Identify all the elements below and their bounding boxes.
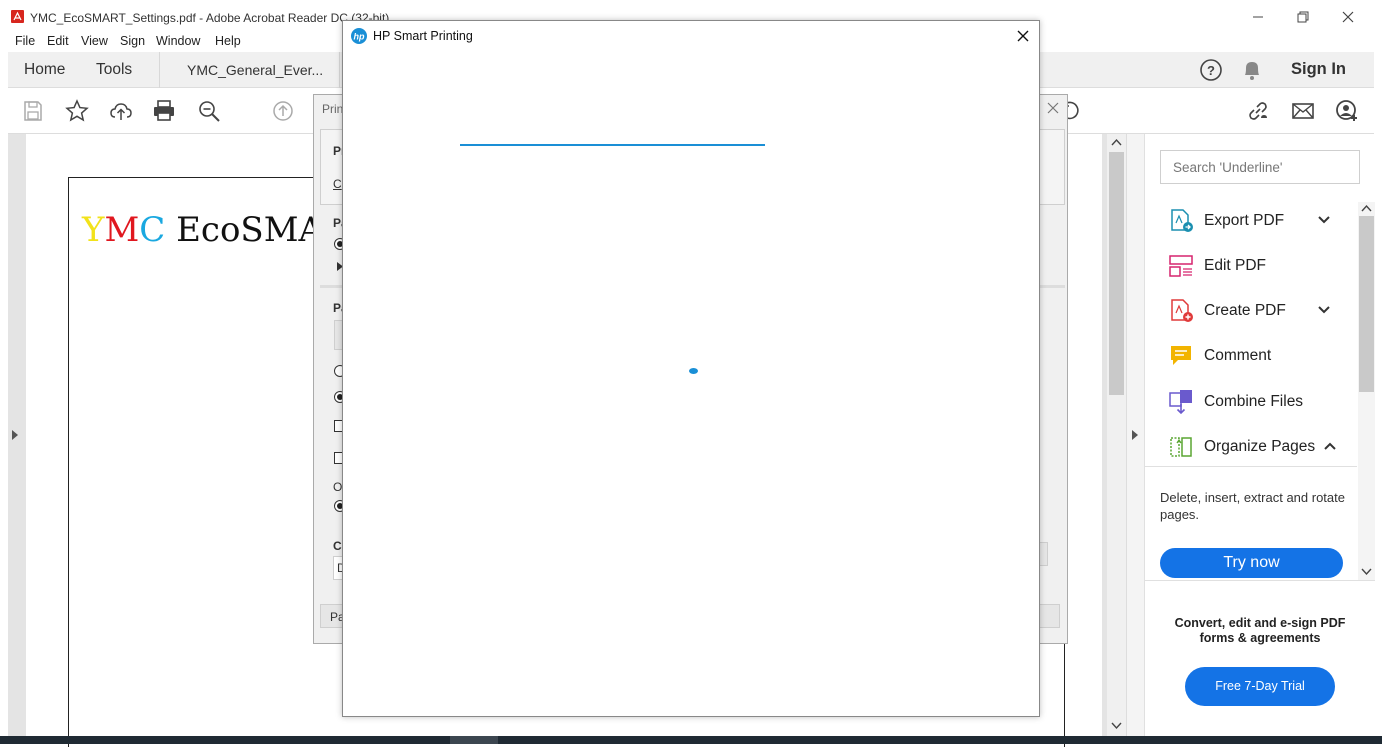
menu-file[interactable]: File bbox=[15, 34, 35, 48]
window-title: YMC_EcoSMART_Settings.pdf - Adobe Acroba… bbox=[30, 11, 390, 25]
tool-export-pdf[interactable]: Export PDF bbox=[1168, 206, 1348, 236]
close-icon[interactable] bbox=[1015, 28, 1031, 44]
tab-home[interactable]: Home bbox=[24, 61, 65, 79]
star-icon[interactable] bbox=[65, 99, 89, 123]
orientation-label: O bbox=[333, 480, 343, 494]
minimize-icon bbox=[1253, 16, 1263, 18]
divider bbox=[1145, 466, 1357, 467]
promo-text: Convert, edit and e-sign PDF forms & agr… bbox=[1174, 616, 1346, 645]
svg-text:?: ? bbox=[1207, 63, 1215, 78]
scroll-down-icon[interactable] bbox=[1111, 722, 1122, 730]
zoom-out-icon[interactable] bbox=[197, 99, 221, 123]
document-heading: YMC EcoSMAR bbox=[82, 210, 349, 250]
tools-pane: Search 'Underline' Export PDF Edit PDF C… bbox=[1126, 134, 1375, 736]
link-icon[interactable] bbox=[1246, 99, 1270, 123]
taskbar-item[interactable] bbox=[450, 736, 498, 744]
copies-label: C bbox=[333, 177, 342, 191]
chevron-up-icon[interactable] bbox=[1322, 438, 1338, 454]
scroll-up-icon[interactable] bbox=[1361, 204, 1372, 212]
mail-icon[interactable] bbox=[1291, 99, 1315, 123]
page-up-icon[interactable] bbox=[271, 99, 295, 123]
hp-window-title: HP Smart Printing bbox=[373, 29, 473, 43]
free-trial-button[interactable]: Free 7-Day Trial bbox=[1185, 667, 1335, 706]
tool-label: Comment bbox=[1204, 347, 1272, 364]
restore-button[interactable] bbox=[1289, 6, 1317, 28]
minimize-button[interactable] bbox=[1244, 6, 1272, 28]
taskbar bbox=[0, 736, 1382, 744]
hp-logo-icon: hp bbox=[351, 28, 367, 44]
document-scroll-thumb[interactable] bbox=[1109, 152, 1124, 395]
tool-organize-pages[interactable]: Organize Pages bbox=[1168, 432, 1348, 462]
tool-label: Organize Pages bbox=[1204, 438, 1316, 455]
close-icon[interactable] bbox=[1045, 100, 1061, 116]
close-window-button[interactable] bbox=[1334, 6, 1362, 28]
edit-pdf-icon bbox=[1169, 255, 1193, 277]
tool-label: Export PDF bbox=[1204, 212, 1285, 229]
print-dialog-title: Prin bbox=[322, 102, 344, 116]
heading-y: Y bbox=[82, 210, 105, 250]
menu-edit[interactable]: Edit bbox=[47, 34, 69, 48]
menu-view[interactable]: View bbox=[81, 34, 108, 48]
loading-progress-bar bbox=[460, 144, 765, 146]
tools-pane-collapse-handle[interactable] bbox=[1127, 134, 1145, 736]
svg-text:hp: hp bbox=[354, 32, 365, 42]
tools-scroll-thumb[interactable] bbox=[1359, 216, 1374, 392]
save-icon[interactable] bbox=[21, 99, 45, 123]
acrobat-icon bbox=[11, 10, 24, 23]
bell-icon[interactable] bbox=[1241, 58, 1263, 82]
heading-m: M bbox=[104, 210, 140, 250]
combine-files-icon bbox=[1169, 390, 1192, 415]
heading-c: C bbox=[139, 210, 166, 250]
tool-comment[interactable]: Comment bbox=[1168, 341, 1348, 371]
hp-smart-printing-window: hp HP Smart Printing bbox=[342, 20, 1040, 717]
collapse-arrow-icon bbox=[1132, 430, 1138, 440]
tab-document[interactable]: YMC_General_Ever... bbox=[159, 52, 340, 88]
chevron-down-icon[interactable] bbox=[1316, 212, 1332, 228]
loading-spinner-icon bbox=[689, 368, 698, 374]
chevron-down-icon[interactable] bbox=[1316, 302, 1332, 318]
tab-document-label: YMC_General_Ever... bbox=[187, 62, 324, 78]
tool-create-pdf[interactable]: Create PDF bbox=[1168, 296, 1348, 326]
tab-tools[interactable]: Tools bbox=[96, 61, 132, 79]
tools-scrollbar[interactable] bbox=[1358, 202, 1375, 580]
scroll-down-icon[interactable] bbox=[1361, 568, 1372, 576]
left-panel-toggle-icon[interactable] bbox=[12, 430, 18, 440]
scroll-up-icon[interactable] bbox=[1111, 138, 1122, 146]
restore-icon bbox=[1297, 11, 1309, 23]
tool-combine-files[interactable]: Combine Files bbox=[1168, 387, 1348, 417]
menu-window[interactable]: Window bbox=[156, 34, 200, 48]
comment-icon bbox=[1171, 346, 1191, 365]
help-icon[interactable]: ? bbox=[1199, 58, 1223, 82]
organize-pages-description: Delete, insert, extract and rotate pages… bbox=[1160, 490, 1345, 522]
add-user-icon[interactable] bbox=[1335, 99, 1359, 123]
upload-cloud-icon[interactable] bbox=[109, 99, 133, 123]
try-now-button[interactable]: Try now bbox=[1160, 548, 1343, 578]
print-icon[interactable] bbox=[152, 99, 176, 123]
menu-sign[interactable]: Sign bbox=[120, 34, 145, 48]
organize-pages-icon bbox=[1170, 437, 1192, 457]
export-pdf-icon bbox=[1171, 209, 1193, 232]
tools-search-input[interactable]: Search 'Underline' bbox=[1160, 150, 1360, 184]
tool-label: Combine Files bbox=[1204, 393, 1304, 410]
sign-in-button[interactable]: Sign In bbox=[1291, 60, 1346, 79]
tool-edit-pdf[interactable]: Edit PDF bbox=[1168, 251, 1348, 281]
create-pdf-icon bbox=[1171, 299, 1193, 322]
close-icon bbox=[1342, 11, 1354, 23]
tool-label: Edit PDF bbox=[1204, 257, 1267, 274]
menu-help[interactable]: Help bbox=[215, 34, 241, 48]
divider bbox=[1145, 580, 1375, 581]
document-scrollbar[interactable] bbox=[1107, 134, 1126, 736]
tool-label: Create PDF bbox=[1204, 302, 1286, 319]
